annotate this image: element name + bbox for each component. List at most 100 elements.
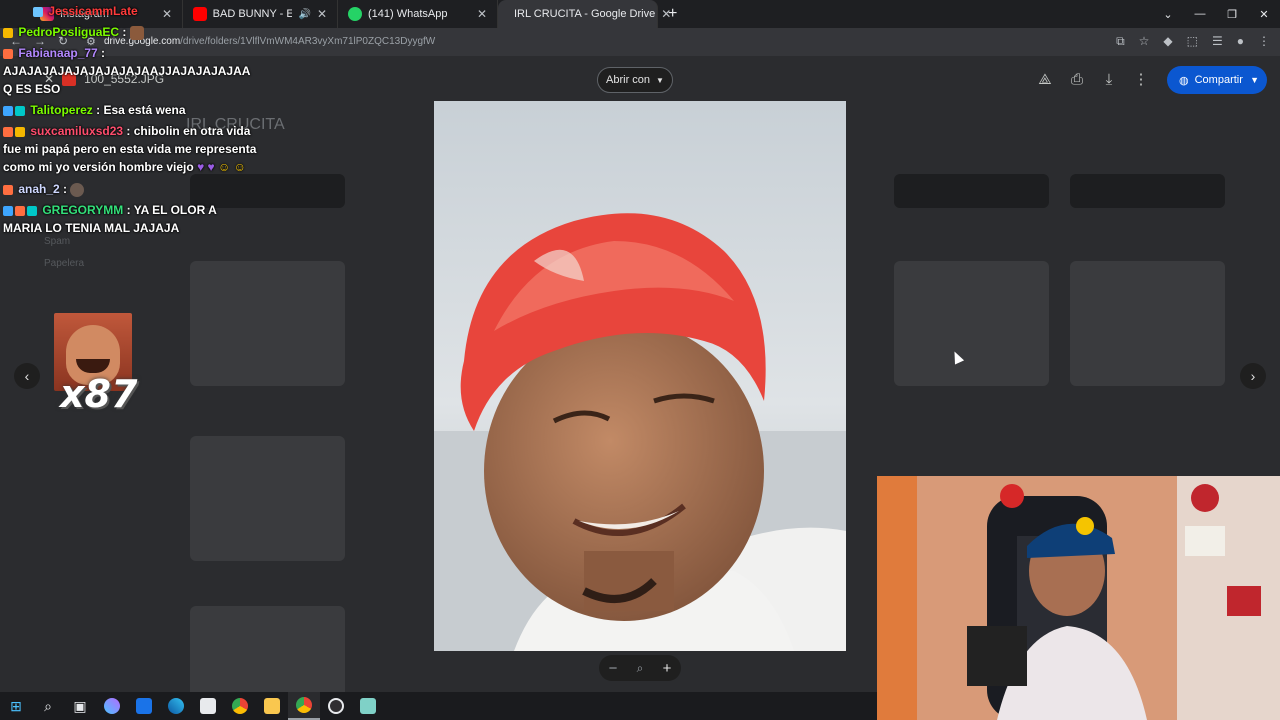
chevron-left-icon: ‹ xyxy=(24,368,30,384)
previous-image-button[interactable]: ‹ xyxy=(14,363,40,389)
chat-message: anah_2 : xyxy=(3,180,265,198)
share-label: Compartir xyxy=(1194,74,1243,86)
chat-username: Talitoperez xyxy=(30,103,93,117)
extension-icon[interactable]: ◆ xyxy=(1163,34,1172,49)
next-image-button[interactable]: › xyxy=(1240,363,1266,389)
notes-icon[interactable] xyxy=(352,692,384,720)
file-thumbnail[interactable] xyxy=(1070,174,1225,208)
badge-icon xyxy=(33,6,43,17)
file-thumbnail[interactable] xyxy=(190,261,345,386)
caret-down-icon[interactable]: ▼ xyxy=(1250,75,1259,85)
open-with-button[interactable]: Abrir con ▼ xyxy=(597,67,673,93)
restore-icon[interactable]: ❐ xyxy=(1216,0,1248,28)
chat-username: GREGORYMM xyxy=(42,203,124,217)
open-with-label: Abrir con xyxy=(606,74,651,86)
windows-taskbar: ⊞ ⌕ ▣ xyxy=(0,692,877,720)
copilot-icon[interactable] xyxy=(96,692,128,720)
chat-message: PedroPosliguaEC : xyxy=(3,23,265,41)
share-button[interactable]: ◍ Compartir ▼ xyxy=(1167,66,1267,94)
store-icon[interactable] xyxy=(192,692,224,720)
chat-message: AJAJAJAJAJAJAJAJAJAAJJAJAJAJAJAA Q ES ES… xyxy=(3,62,255,98)
zoom-out-icon[interactable]: − xyxy=(609,660,618,677)
badge-icon xyxy=(3,105,13,116)
chat-message: GREGORYMM : YA EL OLOR A MARIA LO TENIA … xyxy=(3,203,217,235)
heart-icon: ♥ ♥ xyxy=(197,160,215,174)
photo-illustration xyxy=(434,101,846,651)
webcam-feed xyxy=(877,476,1280,720)
emote-combo-counter: x87 xyxy=(60,372,138,416)
chat-message: JessicammLate xyxy=(3,2,265,20)
chat-text: Esa está wena xyxy=(103,103,186,117)
tab-google-drive[interactable]: IRL CRUCITA - Google Drive ✕ xyxy=(498,0,671,28)
badge-icon xyxy=(15,105,25,116)
chat-message: Talitoperez : Esa está wena xyxy=(3,101,265,119)
chat-username: JessicammLate xyxy=(48,4,138,18)
add-shortcut-icon[interactable]: ⟁ xyxy=(1036,71,1054,88)
explorer-icon[interactable] xyxy=(256,692,288,720)
print-icon[interactable]: ⎙ xyxy=(1068,71,1086,88)
more-options-icon[interactable]: ⋮ xyxy=(1132,70,1150,88)
tab-search-icon[interactable]: ⌄ xyxy=(1152,0,1184,28)
install-app-icon[interactable]: ⧉ xyxy=(1116,34,1125,49)
mail-icon[interactable] xyxy=(128,692,160,720)
chevron-right-icon: › xyxy=(1250,368,1256,384)
caret-down-icon: ▼ xyxy=(656,75,664,85)
badge-icon xyxy=(3,126,13,137)
close-window-icon[interactable]: ✕ xyxy=(1248,0,1280,28)
emoji-icon: ☺ ☺ xyxy=(218,160,246,174)
extensions-puzzle-icon[interactable]: ⬚ xyxy=(1187,34,1198,49)
task-view-icon[interactable]: ▣ xyxy=(64,692,96,720)
image-preview xyxy=(434,101,846,651)
chat-message: suxcamiluxsd23 : chibolin en otra vida f… xyxy=(3,124,257,174)
zoom-icon[interactable]: ⌕ xyxy=(637,661,644,676)
close-tab-icon[interactable]: ✕ xyxy=(477,7,487,21)
edge-icon[interactable] xyxy=(160,692,192,720)
close-tab-icon[interactable]: ✕ xyxy=(661,7,671,21)
whatsapp-icon xyxy=(348,7,362,21)
zoom-controls: − ⌕ + xyxy=(599,655,681,681)
sidebar-item-trash[interactable]: Papelera xyxy=(44,253,84,275)
emote-icon xyxy=(70,182,85,197)
chrome-active-icon[interactable] xyxy=(288,692,320,720)
viewer-actions: ⟁ ⎙ ⤓ ⋮ xyxy=(1036,70,1150,89)
chat-message: Fabianaap_77 : xyxy=(3,44,265,62)
chrome-menu-icon[interactable]: ⋮ xyxy=(1258,34,1270,49)
chat-username: Fabianaap_77 xyxy=(18,46,98,60)
badge-icon xyxy=(3,205,13,216)
search-icon[interactable]: ⌕ xyxy=(32,692,64,720)
zoom-in-icon[interactable]: + xyxy=(663,660,672,677)
tab-title: (141) WhatsApp xyxy=(368,8,448,20)
chat-username: PedroPosliguaEC xyxy=(18,25,120,39)
obs-icon[interactable] xyxy=(320,692,352,720)
window-controls: ⌄ — ❐ ✕ xyxy=(1152,0,1280,28)
globe-icon: ◍ xyxy=(1179,74,1189,87)
tab-whatsapp[interactable]: (141) WhatsApp ✕ xyxy=(338,0,498,28)
badge-icon xyxy=(3,27,13,38)
close-tab-icon[interactable]: ✕ xyxy=(317,7,327,21)
badge-icon xyxy=(3,48,13,59)
drive-sidebar: Spam Papelera xyxy=(44,231,84,275)
file-thumbnail[interactable] xyxy=(1070,261,1225,386)
file-thumbnail[interactable] xyxy=(894,261,1049,386)
tab-title: IRL CRUCITA - Google Drive xyxy=(514,8,656,20)
screen: Instagram ✕ BAD BUNNY - EL CLuB (Vis 🔊 ✕… xyxy=(0,0,1280,720)
badge-icon xyxy=(15,126,25,137)
emote-icon xyxy=(129,25,144,40)
file-thumbnail[interactable] xyxy=(894,174,1049,208)
chat-text: AJAJAJAJAJAJAJAJAJAAJJAJAJAJAJAA Q ES ES… xyxy=(3,64,250,96)
speaker-icon[interactable]: 🔊 xyxy=(298,9,310,20)
file-thumbnail[interactable] xyxy=(190,436,345,561)
reading-list-icon[interactable]: ☰ xyxy=(1212,34,1223,49)
start-icon[interactable]: ⊞ xyxy=(0,692,32,720)
bookmark-star-icon[interactable]: ☆ xyxy=(1139,34,1150,49)
toolbar-icons: ⧉ ☆ ◆ ⬚ ☰ ● ⋮ xyxy=(1116,34,1270,49)
download-icon[interactable]: ⤓ xyxy=(1100,71,1118,88)
badge-icon xyxy=(15,205,25,216)
minimize-icon[interactable]: — xyxy=(1184,0,1216,28)
chat-username: anah_2 xyxy=(18,182,60,196)
webcam-illustration xyxy=(877,476,1280,720)
profile-icon[interactable]: ● xyxy=(1237,34,1244,49)
badge-icon xyxy=(27,205,37,216)
chrome-icon[interactable] xyxy=(224,692,256,720)
chat-username: suxcamiluxsd23 xyxy=(30,124,124,138)
